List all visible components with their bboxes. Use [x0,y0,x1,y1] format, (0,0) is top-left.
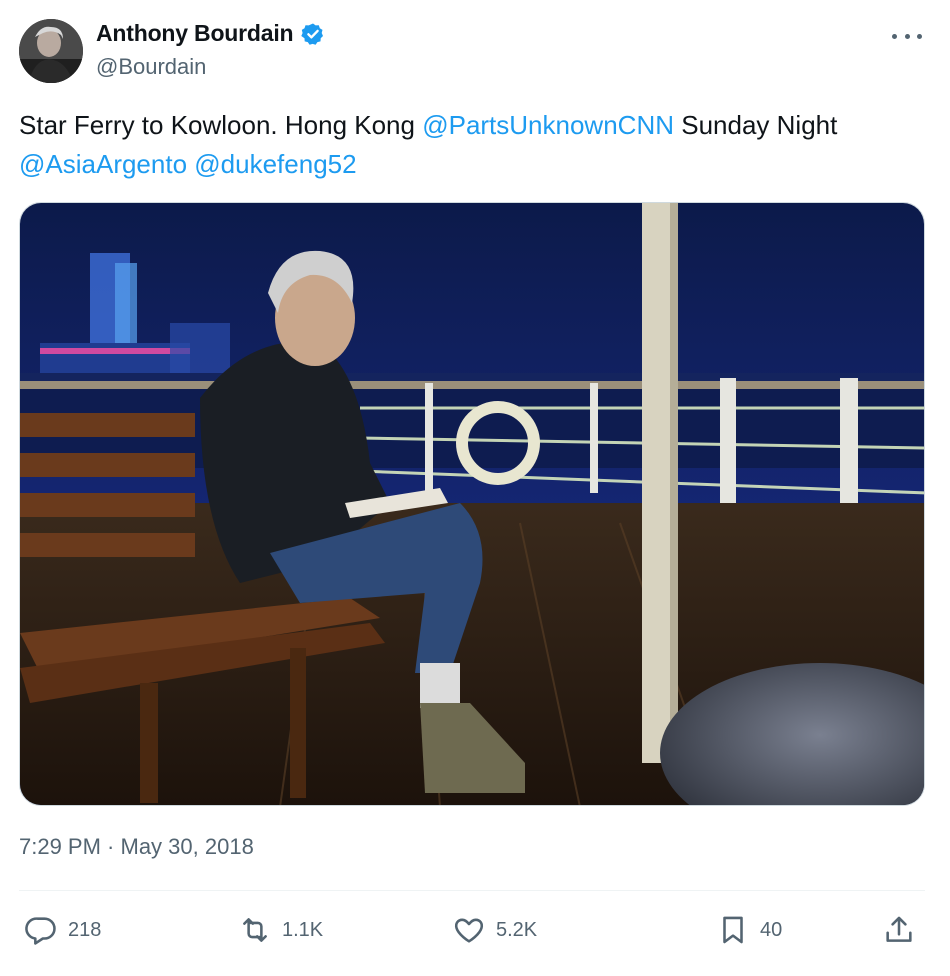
author-name-row[interactable]: Anthony Bourdain [96,20,325,47]
bookmark-icon [723,916,743,944]
more-icon[interactable] [892,26,922,46]
display-name[interactable]: Anthony Bourdain [96,20,294,47]
tweet-photo[interactable] [19,202,925,806]
reply-icon [25,917,56,945]
timestamp-separator: · [100,834,121,859]
share-button[interactable] [882,910,916,950]
timestamp-date[interactable]: May 30, 2018 [121,834,254,859]
reply-button[interactable]: 218 [24,910,101,950]
divider [19,890,925,891]
avatar[interactable] [19,19,83,83]
mention-asiaargento[interactable]: @AsiaArgento [19,149,187,179]
author-handle[interactable]: @Bourdain [96,54,206,80]
tweet: Anthony Bourdain @Bourdain Star Ferry to… [0,0,950,976]
verified-badge-icon [301,22,325,46]
timestamp-time[interactable]: 7:29 PM [19,834,101,859]
reply-count: 218 [68,918,102,941]
share-icon [886,916,912,942]
tweet-text-intro: Star Ferry to Kowloon. Hong Kong [19,110,423,140]
mention-dukefeng52[interactable]: @dukefeng52 [194,149,356,179]
like-count: 5.2K [496,918,538,941]
bookmark-button[interactable]: 40 [716,910,782,950]
heart-icon [454,918,484,943]
retweet-count: 1.1K [282,918,324,941]
timestamp: 7:29 PM · May 30, 2018 [19,834,254,860]
mention-partsunknowncnn[interactable]: @PartsUnknownCNN [422,110,674,140]
tweet-text: Star Ferry to Kowloon. Hong Kong @PartsU… [19,106,919,184]
like-button[interactable]: 5.2K [452,910,537,950]
bookmark-count: 40 [760,918,783,941]
retweet-button[interactable]: 1.1K [238,910,323,950]
retweet-icon [243,918,267,942]
avatar-photo [19,19,83,83]
tweet-text-mid: Sunday Night [674,110,838,140]
